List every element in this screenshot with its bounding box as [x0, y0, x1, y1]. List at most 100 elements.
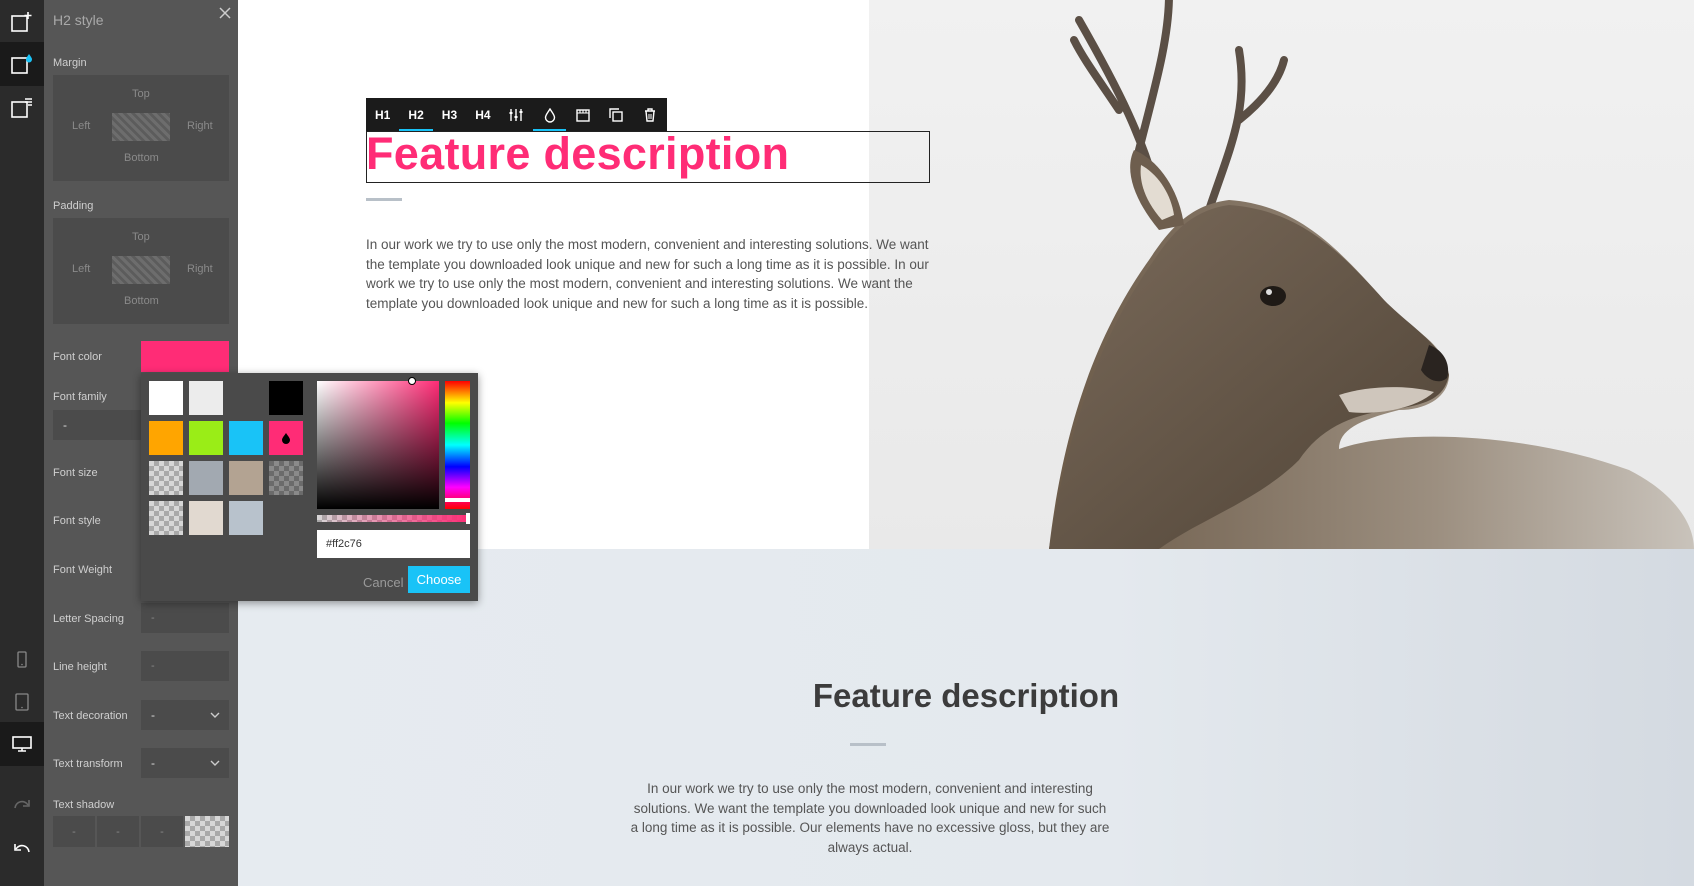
text-transform-label: Text transform	[53, 758, 123, 770]
swatch-white[interactable]	[149, 381, 183, 415]
h1-button[interactable]: H1	[366, 98, 399, 132]
alpha-slider[interactable]	[317, 513, 470, 524]
font-color-label: Font color	[53, 351, 102, 363]
panel-title: H2 style	[53, 12, 104, 28]
swatch-pink-selected[interactable]	[269, 421, 303, 455]
swatch-light-slate[interactable]	[229, 501, 263, 535]
margin-left[interactable]: Left	[72, 120, 90, 132]
mobile-icon	[17, 651, 27, 668]
swatch-transparent-dark[interactable]	[269, 461, 303, 495]
add-block-button[interactable]	[0, 0, 44, 44]
deer-image	[1049, 0, 1694, 549]
color-drop-icon	[282, 432, 290, 444]
h2-button[interactable]: H2	[399, 98, 434, 132]
swatch-light-gray[interactable]	[189, 381, 223, 415]
margin-box: Top Left Right Bottom	[53, 75, 229, 181]
page-settings-icon	[11, 98, 32, 118]
tablet-view-button[interactable]	[0, 680, 44, 724]
image-frame-button[interactable]	[566, 98, 599, 132]
swatch-black[interactable]	[269, 381, 303, 415]
text-decoration-select[interactable]: -	[141, 700, 229, 730]
feature-heading[interactable]: Feature description	[366, 128, 789, 180]
hue-handle[interactable]	[445, 498, 470, 502]
color-drop-button[interactable]	[532, 98, 567, 132]
padding-bottom[interactable]: Bottom	[124, 295, 159, 307]
swatch-transparent[interactable]	[149, 461, 183, 495]
close-panel-button[interactable]	[216, 4, 234, 22]
saturation-value-area[interactable]	[317, 377, 439, 509]
padding-left[interactable]: Left	[72, 263, 90, 275]
chevron-down-icon	[210, 760, 220, 766]
hex-color-input[interactable]	[317, 530, 470, 558]
text-transform-select[interactable]: -	[141, 748, 229, 778]
margin-label: Margin	[53, 57, 87, 69]
duplicate-icon	[609, 108, 624, 122]
block-style-button[interactable]	[0, 42, 44, 86]
left-toolbar	[0, 0, 44, 886]
second-feature-paragraph[interactable]: In our work we try to use only the most …	[630, 779, 1110, 857]
sliders-icon	[509, 109, 523, 121]
choose-button[interactable]: Choose	[408, 566, 470, 593]
color-picker-popup: Cancel Choose	[141, 373, 478, 601]
margin-right[interactable]: Right	[187, 120, 213, 132]
heading-divider	[366, 198, 402, 201]
sliders-button[interactable]	[500, 98, 533, 132]
text-shadow-color-swatch[interactable]	[185, 816, 229, 847]
text-shadow-y-input[interactable]: -	[97, 816, 139, 847]
add-block-icon	[11, 12, 32, 32]
saturation-handle[interactable]	[408, 377, 416, 385]
cancel-button[interactable]: Cancel	[363, 569, 403, 595]
text-shadow-blur-input[interactable]: -	[141, 816, 183, 847]
second-feature-heading[interactable]: Feature description	[238, 677, 1694, 715]
h3-button[interactable]: H3	[433, 98, 466, 132]
text-decoration-value: -	[151, 708, 155, 722]
color-drop-icon	[544, 107, 555, 123]
text-shadow-x-input[interactable]: -	[53, 816, 95, 847]
trash-icon	[644, 108, 655, 122]
font-color-swatch[interactable]	[141, 341, 229, 372]
font-weight-label: Font Weight	[53, 564, 113, 576]
swatch-taupe[interactable]	[229, 461, 263, 495]
undo-button[interactable]	[0, 826, 44, 870]
padding-right[interactable]: Right	[187, 263, 213, 275]
swatch-orange[interactable]	[149, 421, 183, 455]
margin-bottom[interactable]: Bottom	[124, 152, 159, 164]
image-frame-icon	[576, 109, 590, 122]
mobile-view-button[interactable]	[0, 638, 44, 682]
duplicate-button[interactable]	[600, 98, 633, 132]
undo-icon	[14, 844, 30, 853]
padding-center	[112, 256, 170, 284]
redo-icon	[14, 800, 30, 809]
padding-top[interactable]: Top	[132, 231, 150, 243]
redo-button[interactable]	[0, 782, 44, 826]
desktop-view-button[interactable]	[0, 722, 44, 766]
font-size-label: Font size	[53, 467, 98, 479]
feature-paragraph[interactable]: In our work we try to use only the most …	[366, 235, 934, 313]
desktop-icon	[12, 736, 32, 752]
hue-slider[interactable]	[445, 381, 470, 509]
line-height-input[interactable]: -	[141, 651, 229, 681]
swatch-gray-blue[interactable]	[189, 461, 223, 495]
alpha-handle[interactable]	[466, 513, 470, 524]
swatch-green[interactable]	[189, 421, 223, 455]
letter-spacing-input[interactable]: -	[141, 603, 229, 633]
chevron-down-icon	[210, 712, 220, 718]
tablet-icon	[15, 693, 29, 711]
h4-button[interactable]: H4	[466, 98, 499, 132]
swatch-dark-gray[interactable]	[229, 381, 263, 415]
swatch-transparent-2[interactable]	[149, 501, 183, 535]
swatch-blue[interactable]	[229, 421, 263, 455]
padding-label: Padding	[53, 200, 94, 212]
heading-toolbar: H1 H2 H3 H4	[366, 98, 667, 132]
padding-box: Top Left Right Bottom	[53, 218, 229, 324]
swatch-beige[interactable]	[189, 501, 223, 535]
margin-top[interactable]: Top	[132, 88, 150, 100]
text-decoration-label: Text decoration	[53, 710, 128, 722]
margin-center	[112, 113, 170, 141]
delete-button[interactable]	[633, 98, 666, 132]
text-transform-value: -	[151, 756, 155, 770]
hero-image	[869, 0, 1694, 549]
page-settings-button[interactable]	[0, 86, 44, 130]
line-height-label: Line height	[53, 661, 107, 673]
block-style-icon	[11, 54, 32, 74]
